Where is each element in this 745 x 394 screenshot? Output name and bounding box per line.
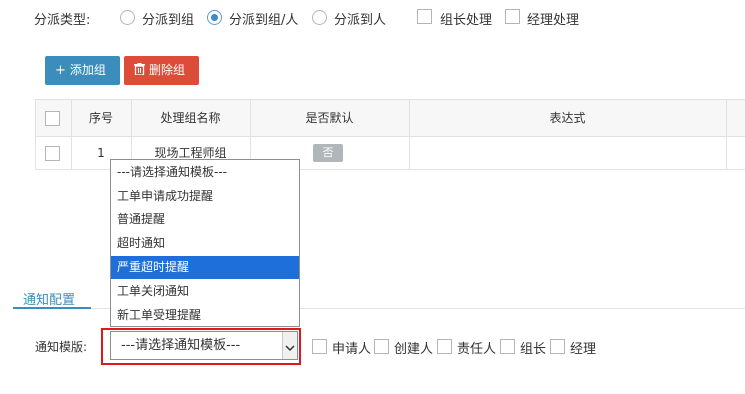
dropdown-option[interactable]: ---请选择通知模板---	[111, 161, 299, 184]
dropdown-option[interactable]: 工单申请成功提醒	[111, 185, 299, 208]
add-group-label: 添加组	[69, 63, 106, 77]
table-grid-line	[409, 99, 410, 170]
leader-handle-checkbox[interactable]	[417, 9, 432, 24]
recipient-manager-label: 经理	[570, 342, 597, 357]
assign-type-label: 分派类型:	[34, 13, 91, 28]
select-arrow-button[interactable]	[282, 332, 297, 359]
recipient-creator-label: 创建人	[394, 342, 434, 357]
col-default-header: 是否默认	[305, 111, 354, 125]
notify-template-dropdown: ---请选择通知模板--- 工单申请成功提醒 普通提醒 超时通知 严重超时提醒 …	[110, 159, 300, 327]
chevron-down-icon	[285, 341, 295, 356]
col-index-header: 序号	[88, 111, 113, 125]
group-table-header: 序号 处理组名称 是否默认 表达式	[35, 99, 745, 137]
col-expression-header: 表达式	[549, 111, 586, 125]
radio-assign-person-label: 分派到人	[334, 13, 387, 28]
recipient-owner-label: 责任人	[457, 342, 497, 357]
recipient-creator-checkbox[interactable]	[374, 339, 389, 354]
recipient-leader-label: 组长	[520, 342, 547, 357]
select-all-checkbox[interactable]	[45, 111, 60, 126]
manager-handle-checkbox[interactable]	[505, 9, 520, 24]
notify-template-select[interactable]: ---请选择通知模板---	[110, 331, 298, 360]
dropdown-option[interactable]: 普通提醒	[111, 208, 299, 231]
dropdown-option-highlighted[interactable]: 严重超时提醒	[111, 256, 299, 279]
manager-handle-label: 经理处理	[527, 13, 580, 28]
radio-assign-group[interactable]	[120, 10, 135, 25]
recipient-owner-checkbox[interactable]	[437, 339, 452, 354]
row-checkbox[interactable]	[45, 146, 60, 161]
recipient-applicant-label: 申请人	[332, 342, 372, 357]
dropdown-option[interactable]: 工单关闭通知	[111, 280, 299, 303]
trash-icon	[134, 56, 145, 85]
add-group-button[interactable]: + 添加组	[45, 56, 120, 85]
recipient-leader-checkbox[interactable]	[500, 339, 515, 354]
recipient-manager-checkbox[interactable]	[550, 339, 565, 354]
recipient-applicant-checkbox[interactable]	[312, 339, 327, 354]
col-name-header: 处理组名称	[160, 111, 221, 125]
delete-group-button[interactable]: 删除组	[124, 56, 199, 85]
delete-group-label: 删除组	[149, 63, 186, 77]
default-badge: 否	[313, 144, 343, 162]
notify-template-label: 通知模版:	[35, 340, 88, 354]
notify-template-value: ---请选择通知模板---	[121, 338, 241, 353]
table-grid-line	[71, 99, 72, 170]
row-expression	[409, 137, 726, 169]
radio-assign-group-person[interactable]	[207, 10, 222, 25]
leader-handle-label: 组长处理	[440, 13, 493, 28]
table-border-left	[35, 99, 36, 170]
radio-assign-group-person-label: 分派到组/人	[229, 13, 299, 28]
radio-assign-person[interactable]	[312, 10, 327, 25]
tab-notify-config[interactable]: 通知配置	[23, 289, 75, 308]
tab-active-indicator	[13, 307, 91, 309]
radio-assign-group-label: 分派到组	[142, 13, 195, 28]
dropdown-option[interactable]: 超时通知	[111, 232, 299, 255]
dropdown-option[interactable]: 新工单受理提醒	[111, 304, 299, 327]
table-grid-line	[726, 99, 727, 170]
plus-icon: +	[55, 63, 66, 78]
